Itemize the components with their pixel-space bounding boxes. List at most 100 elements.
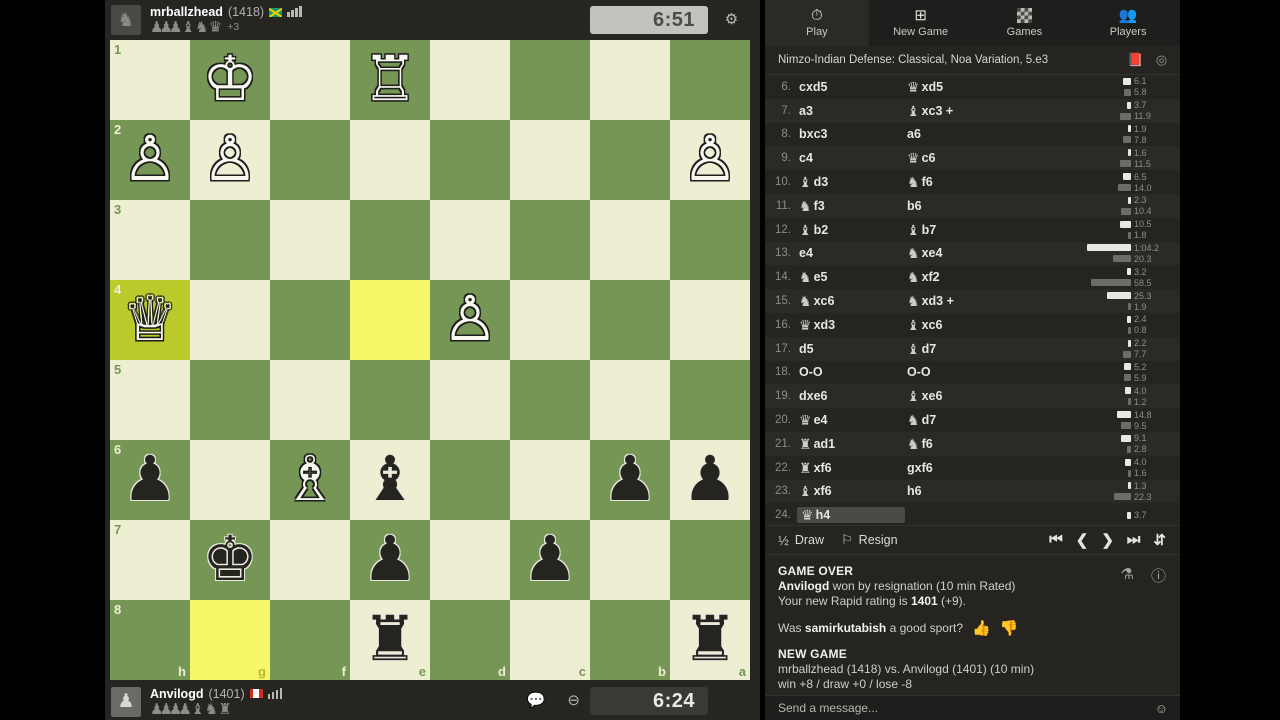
info-icon[interactable]: ⓘ [1151, 565, 1166, 586]
move-row[interactable]: 9. c4 ♛ c6 1.6 11.5 [765, 146, 1180, 171]
move-black[interactable]: h6 [907, 484, 1015, 498]
move-white[interactable]: ♞ e5 [799, 270, 907, 284]
move-white[interactable]: ♛ e4 [799, 413, 907, 427]
move-row[interactable]: 21. ♜ ad1 ♞ f6 9.1 2.8 [765, 431, 1180, 456]
move-white[interactable]: a3 [799, 104, 907, 118]
piece-bP-e7[interactable]: ♟ [362, 529, 418, 591]
square-f1[interactable] [270, 40, 350, 120]
square-g7[interactable]: ♚ [190, 520, 270, 600]
square-d1[interactable] [430, 40, 510, 120]
move-row[interactable]: 17. d5 ♝ d7 2.2 7.7 [765, 336, 1180, 361]
square-a3[interactable] [670, 200, 750, 280]
opening-name[interactable]: Nimzo-Indian Defense: Classical, Noa Var… [778, 54, 1118, 66]
smiley-icon[interactable]: ☺ [1155, 701, 1168, 716]
chat-bubble-icon[interactable]: 💬 [527, 691, 546, 709]
square-h4[interactable]: 4 ♕ [110, 280, 190, 360]
piece-bP-b6[interactable]: ♟ [602, 449, 658, 511]
square-b6[interactable]: ♟ [590, 440, 670, 520]
piece-bP-c7[interactable]: ♟ [522, 529, 578, 591]
square-a4[interactable] [670, 280, 750, 360]
move-black[interactable]: ♛ c6 [907, 151, 1015, 165]
square-g2[interactable]: ♙ [190, 120, 270, 200]
square-c1[interactable] [510, 40, 590, 120]
square-h1[interactable]: 1 [110, 40, 190, 120]
piece-wP-a2[interactable]: ♙ [682, 129, 738, 191]
move-row[interactable]: 11. ♞ f3 b6 2.3 10.4 [765, 193, 1180, 218]
move-row[interactable]: 23. ♝ xf6 h6 1.3 22.3 [765, 479, 1180, 504]
square-f8[interactable]: f [270, 600, 350, 680]
square-h2[interactable]: 2 ♙ [110, 120, 190, 200]
square-c7[interactable]: ♟ [510, 520, 590, 600]
share-icon[interactable]: ⚗ [1121, 565, 1134, 586]
piece-wR-e1[interactable]: ♖ [362, 49, 418, 111]
move-row[interactable]: 13. e4 ♞ xe4 1:04.2 20.3 [765, 241, 1180, 266]
piece-wK-g1[interactable]: ♔ [202, 49, 258, 111]
square-b3[interactable] [590, 200, 670, 280]
square-b4[interactable] [590, 280, 670, 360]
square-e3[interactable] [350, 200, 430, 280]
move-row[interactable]: 8. bxc3 a6 1.9 7.8 [765, 122, 1180, 147]
move-white[interactable]: ♝ d3 [799, 175, 907, 189]
square-e8[interactable]: e ♜ [350, 600, 430, 680]
avatar-bottom[interactable]: ♟ [111, 686, 141, 717]
square-g3[interactable] [190, 200, 270, 280]
nav-first-icon[interactable]: ⏮ [1049, 531, 1063, 549]
square-g6[interactable] [190, 440, 270, 520]
piece-wQ-h4[interactable]: ♕ [122, 289, 178, 351]
move-white[interactable]: c4 [799, 151, 907, 165]
square-h3[interactable]: 3 [110, 200, 190, 280]
square-g5[interactable] [190, 360, 270, 440]
piece-wP-d4[interactable]: ♙ [442, 289, 498, 351]
piece-wP-g2[interactable]: ♙ [202, 129, 258, 191]
move-row[interactable]: 14. ♞ e5 ♞ xf2 3.2 58.5 [765, 265, 1180, 290]
piece-bB-e6[interactable]: ♝ [362, 449, 418, 511]
move-white[interactable]: e4 [799, 246, 907, 260]
move-row[interactable]: 7. a3 ♝ xc3 + 3.7 11.9 [765, 98, 1180, 123]
move-black[interactable]: ♞ f6 [907, 437, 1015, 451]
move-black[interactable]: ♞ f6 [907, 175, 1015, 189]
chat-bar[interactable]: Send a message... ☺ [765, 695, 1180, 720]
move-black[interactable]: ♝ b7 [907, 223, 1015, 237]
square-g4[interactable] [190, 280, 270, 360]
square-g1[interactable]: ♔ [190, 40, 270, 120]
square-a2[interactable]: ♙ [670, 120, 750, 200]
move-black[interactable]: a6 [907, 127, 1015, 141]
square-c8[interactable]: c [510, 600, 590, 680]
move-row[interactable]: 12. ♝ b2 ♝ b7 10.5 1.8 [765, 217, 1180, 242]
compass-icon[interactable]: ◎ [1153, 52, 1170, 69]
square-h6[interactable]: 6 ♟ [110, 440, 190, 520]
move-white[interactable]: dxe6 [799, 389, 907, 403]
square-f5[interactable] [270, 360, 350, 440]
square-f6[interactable]: ♗ [270, 440, 350, 520]
square-d7[interactable] [430, 520, 510, 600]
move-black[interactable]: O-O [907, 365, 1015, 379]
move-black[interactable]: ♝ d7 [907, 342, 1015, 356]
square-d3[interactable] [430, 200, 510, 280]
square-b1[interactable] [590, 40, 670, 120]
nav-next-icon[interactable]: ❯ [1101, 531, 1114, 549]
tab-players[interactable]: 👥 Players [1076, 0, 1180, 46]
square-e7[interactable]: ♟ [350, 520, 430, 600]
square-a6[interactable]: ♟ [670, 440, 750, 520]
move-black[interactable]: ♝ xc6 [907, 318, 1015, 332]
square-h8[interactable]: 8h [110, 600, 190, 680]
tab-games[interactable]: Games [973, 0, 1077, 46]
square-b8[interactable]: b [590, 600, 670, 680]
avatar-top[interactable]: ♞ [111, 5, 141, 35]
nav-prev-icon[interactable]: ❮ [1076, 531, 1089, 549]
square-c6[interactable] [510, 440, 590, 520]
square-d6[interactable] [430, 440, 510, 520]
square-f7[interactable] [270, 520, 350, 600]
square-c3[interactable] [510, 200, 590, 280]
square-e6[interactable]: ♝ [350, 440, 430, 520]
move-list[interactable]: 6. cxd5 ♛ xd5 6.1 5.8 7. a3 ♝ xc3 +3.7 11.9 8. bxc3 a… [765, 75, 1180, 525]
square-h7[interactable]: 7 [110, 520, 190, 600]
move-row[interactable]: 16. ♛ xd3 ♝ xc6 2.4 0.8 [765, 312, 1180, 337]
draw-button[interactable]: ½ Draw [778, 533, 824, 548]
move-black[interactable]: ♞ d7 [907, 413, 1015, 427]
move-white[interactable]: ♞ xc6 [799, 294, 907, 308]
move-black[interactable]: ♝ xc3 + [907, 104, 1015, 118]
resign-button[interactable]: ⚐ Resign [841, 532, 898, 548]
piece-bP-a6[interactable]: ♟ [682, 449, 738, 511]
square-b7[interactable] [590, 520, 670, 600]
